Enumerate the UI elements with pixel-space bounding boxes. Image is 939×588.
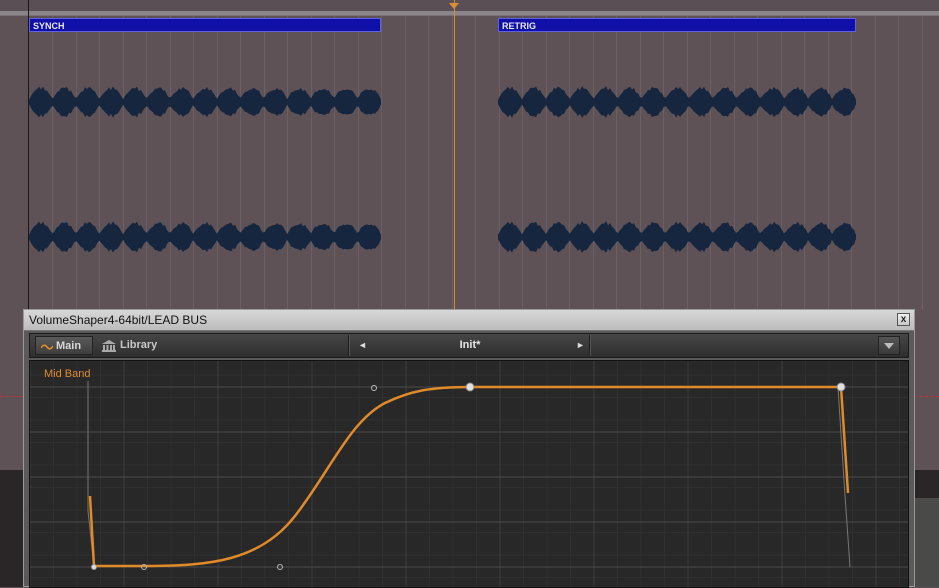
clip-header-retrig[interactable]: RETRIG [498, 18, 856, 32]
next-preset-button[interactable]: ► [576, 336, 585, 355]
tab-main[interactable]: Main [35, 336, 93, 355]
toolbar-divider [589, 335, 591, 356]
band-label: Mid Band [44, 368, 91, 380]
wave-icon [41, 344, 53, 350]
grid-line [428, 16, 429, 310]
grid-line [475, 16, 476, 310]
ruler-strip [0, 11, 939, 15]
grid-line [381, 16, 382, 310]
lower-track-right-fill [915, 498, 939, 587]
tab-library[interactable]: Library [100, 336, 170, 355]
plugin-window-title: VolumeShaper4-64bit/LEAD BUS [29, 313, 208, 327]
waveform-synch-right [29, 221, 381, 253]
close-button[interactable]: x [897, 313, 910, 326]
envelope-node[interactable] [465, 382, 475, 392]
automation-line-right [914, 396, 939, 397]
clip-header-synch[interactable]: SYNCH [29, 18, 381, 32]
playhead-line [454, 0, 455, 310]
envelope-node[interactable] [91, 564, 97, 570]
timeline-ruler[interactable] [0, 0, 939, 16]
grid-line [922, 16, 923, 310]
plugin-toolbar: Main Library ◄ Init* ► [29, 333, 909, 358]
grid-line [452, 16, 453, 310]
tab-main-label: Main [56, 340, 82, 352]
grid-line [405, 16, 406, 310]
preset-menu-dropdown[interactable] [878, 336, 900, 355]
preset-name[interactable]: Init* [360, 336, 580, 355]
library-icon [102, 340, 116, 352]
grid-line [898, 16, 899, 310]
waveform-retrig-left [498, 86, 856, 118]
plugin-titlebar[interactable]: VolumeShaper4-64bit/LEAD BUS x [24, 310, 914, 331]
envelope-graph[interactable] [30, 361, 909, 588]
waveform-synch-left [29, 86, 381, 118]
grid-line [875, 16, 876, 310]
plugin-window: VolumeShaper4-64bit/LEAD BUS x Main Libr… [23, 309, 915, 588]
tab-library-label: Library [120, 339, 158, 351]
envelope-editor[interactable]: Mid Band [29, 360, 909, 588]
automation-line-left [0, 396, 22, 397]
envelope-node[interactable] [836, 382, 846, 392]
toolbar-divider [348, 335, 350, 356]
waveform-retrig-right [498, 221, 856, 253]
